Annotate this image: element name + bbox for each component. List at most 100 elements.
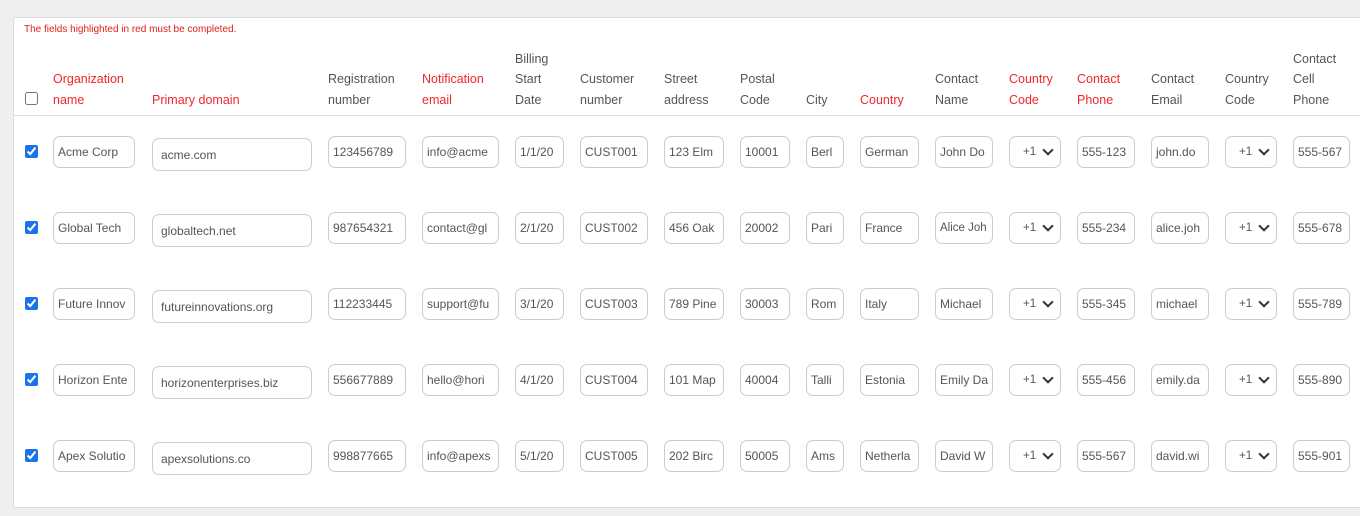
cell-input[interactable]: 555-678	[1293, 212, 1350, 244]
row-checkbox[interactable]	[25, 449, 38, 462]
email-input[interactable]: michael	[1151, 288, 1209, 320]
street-input[interactable]: 202 Birc	[664, 440, 724, 472]
row-checkbox[interactable]	[25, 373, 38, 386]
column-header-city: City	[806, 48, 828, 110]
column-header-text: Country	[860, 92, 904, 107]
cust-input[interactable]: CUST004	[580, 364, 648, 396]
street-input[interactable]: 123 Elm	[664, 136, 724, 168]
city-input[interactable]: Rom	[806, 288, 844, 320]
row-checkbox[interactable]	[25, 221, 38, 234]
domain-input[interactable]: globaltech.net	[152, 214, 312, 247]
column-header-text: Contact	[1293, 51, 1337, 66]
cname-input[interactable]: John Do	[935, 136, 993, 168]
org-value: Global Tech	[58, 221, 122, 235]
org-input[interactable]: Acme Corp	[53, 136, 135, 168]
cust-input[interactable]: CUST003	[580, 288, 648, 320]
cc2-select[interactable]: +1	[1225, 288, 1277, 320]
email-input[interactable]: david.wi	[1151, 440, 1209, 472]
country-input[interactable]: Italy	[860, 288, 919, 320]
cname-input[interactable]: Michael	[935, 288, 993, 320]
domain-input[interactable]: futureinnovations.org	[152, 290, 312, 323]
cname-input[interactable]: Emily Da	[935, 364, 993, 396]
postal-input[interactable]: 10001	[740, 136, 790, 168]
row-checkbox[interactable]	[25, 297, 38, 310]
column-header-text: email	[422, 92, 452, 107]
cc2-select[interactable]: +1	[1225, 212, 1277, 244]
country-input[interactable]: Netherla	[860, 440, 919, 472]
billing-input[interactable]: 1/1/20	[515, 136, 564, 168]
selected-value: +1	[1023, 450, 1037, 462]
column-header-postal: Postal Code	[740, 48, 775, 110]
city-input[interactable]: Pari	[806, 212, 844, 244]
phone-input[interactable]: 555-123	[1077, 136, 1135, 168]
city-input[interactable]: Talli	[806, 364, 844, 396]
reg-input[interactable]: 998877665	[328, 440, 406, 472]
cc-select[interactable]: +1	[1009, 364, 1061, 396]
cc-select[interactable]: +1	[1009, 212, 1061, 244]
cell-input[interactable]: 555-901	[1293, 440, 1350, 472]
country-input[interactable]: Estonia	[860, 364, 919, 396]
org-input[interactable]: Future Innov	[53, 288, 135, 320]
cust-input[interactable]: CUST001	[580, 136, 648, 168]
billing-input[interactable]: 2/1/20	[515, 212, 564, 244]
email-input[interactable]: john.do	[1151, 136, 1209, 168]
billing-value: 3/1/20	[520, 297, 554, 311]
cell-input[interactable]: 555-567	[1293, 136, 1350, 168]
postal-input[interactable]: 40004	[740, 364, 790, 396]
notif-input[interactable]: contact@gl	[422, 212, 499, 244]
postal-input[interactable]: 30003	[740, 288, 790, 320]
org-input[interactable]: Apex Solutio	[53, 440, 135, 472]
column-header-cell: Contact Cell Phone	[1293, 48, 1336, 110]
domain-input[interactable]: horizonenterprises.biz	[152, 366, 312, 399]
country-input[interactable]: France	[860, 212, 919, 244]
column-header-text: Contact	[1077, 72, 1121, 86]
org-input[interactable]: Horizon Ente	[53, 364, 135, 396]
notif-value: contact@gl	[427, 221, 488, 235]
cell-input[interactable]: 555-789	[1293, 288, 1350, 320]
cust-input[interactable]: CUST005	[580, 440, 648, 472]
row-checkbox[interactable]	[25, 145, 38, 158]
email-input[interactable]: emily.da	[1151, 364, 1209, 396]
cust-input[interactable]: CUST002	[580, 212, 648, 244]
cc-select[interactable]: +1	[1009, 136, 1061, 168]
domain-input[interactable]: apexsolutions.co	[152, 442, 312, 475]
notif-input[interactable]: hello@hori	[422, 364, 499, 396]
cc-select[interactable]: +1	[1009, 288, 1061, 320]
phone-input[interactable]: 555-567	[1077, 440, 1135, 472]
chevron-down-icon	[1258, 296, 1270, 308]
phone-input[interactable]: 555-234	[1077, 212, 1135, 244]
cname-input[interactable]: David W	[935, 440, 993, 472]
street-input[interactable]: 101 Map	[664, 364, 724, 396]
billing-input[interactable]: 5/1/20	[515, 440, 564, 472]
cell-input[interactable]: 555-890	[1293, 364, 1350, 396]
street-input[interactable]: 456 Oak	[664, 212, 724, 244]
postal-input[interactable]: 20002	[740, 212, 790, 244]
cc2-select[interactable]: +1	[1225, 136, 1277, 168]
street-input[interactable]: 789 Pine	[664, 288, 724, 320]
reg-input[interactable]: 112233445	[328, 288, 406, 320]
reg-input[interactable]: 123456789	[328, 136, 406, 168]
reg-input[interactable]: 987654321	[328, 212, 406, 244]
email-value: michael	[1156, 297, 1198, 311]
cc-select[interactable]: +1	[1009, 440, 1061, 472]
city-input[interactable]: Berl	[806, 136, 844, 168]
country-input[interactable]: German	[860, 136, 919, 168]
domain-input[interactable]: acme.com	[152, 138, 312, 171]
org-input[interactable]: Global Tech	[53, 212, 135, 244]
cname-input[interactable]: Alice Joh	[935, 212, 993, 244]
postal-input[interactable]: 50005	[740, 440, 790, 472]
city-input[interactable]: Ams	[806, 440, 844, 472]
cc2-select[interactable]: +1	[1225, 440, 1277, 472]
notif-input[interactable]: info@apexs	[422, 440, 499, 472]
reg-input[interactable]: 556677889	[328, 364, 406, 396]
billing-input[interactable]: 3/1/20	[515, 288, 564, 320]
billing-input[interactable]: 4/1/20	[515, 364, 564, 396]
cell-value: 555-890	[1298, 373, 1343, 387]
select-all-checkbox[interactable]	[25, 92, 38, 105]
phone-input[interactable]: 555-345	[1077, 288, 1135, 320]
notif-input[interactable]: info@acme	[422, 136, 499, 168]
cc2-select[interactable]: +1	[1225, 364, 1277, 396]
notif-input[interactable]: support@fu	[422, 288, 499, 320]
phone-input[interactable]: 555-456	[1077, 364, 1135, 396]
email-input[interactable]: alice.joh	[1151, 212, 1209, 244]
